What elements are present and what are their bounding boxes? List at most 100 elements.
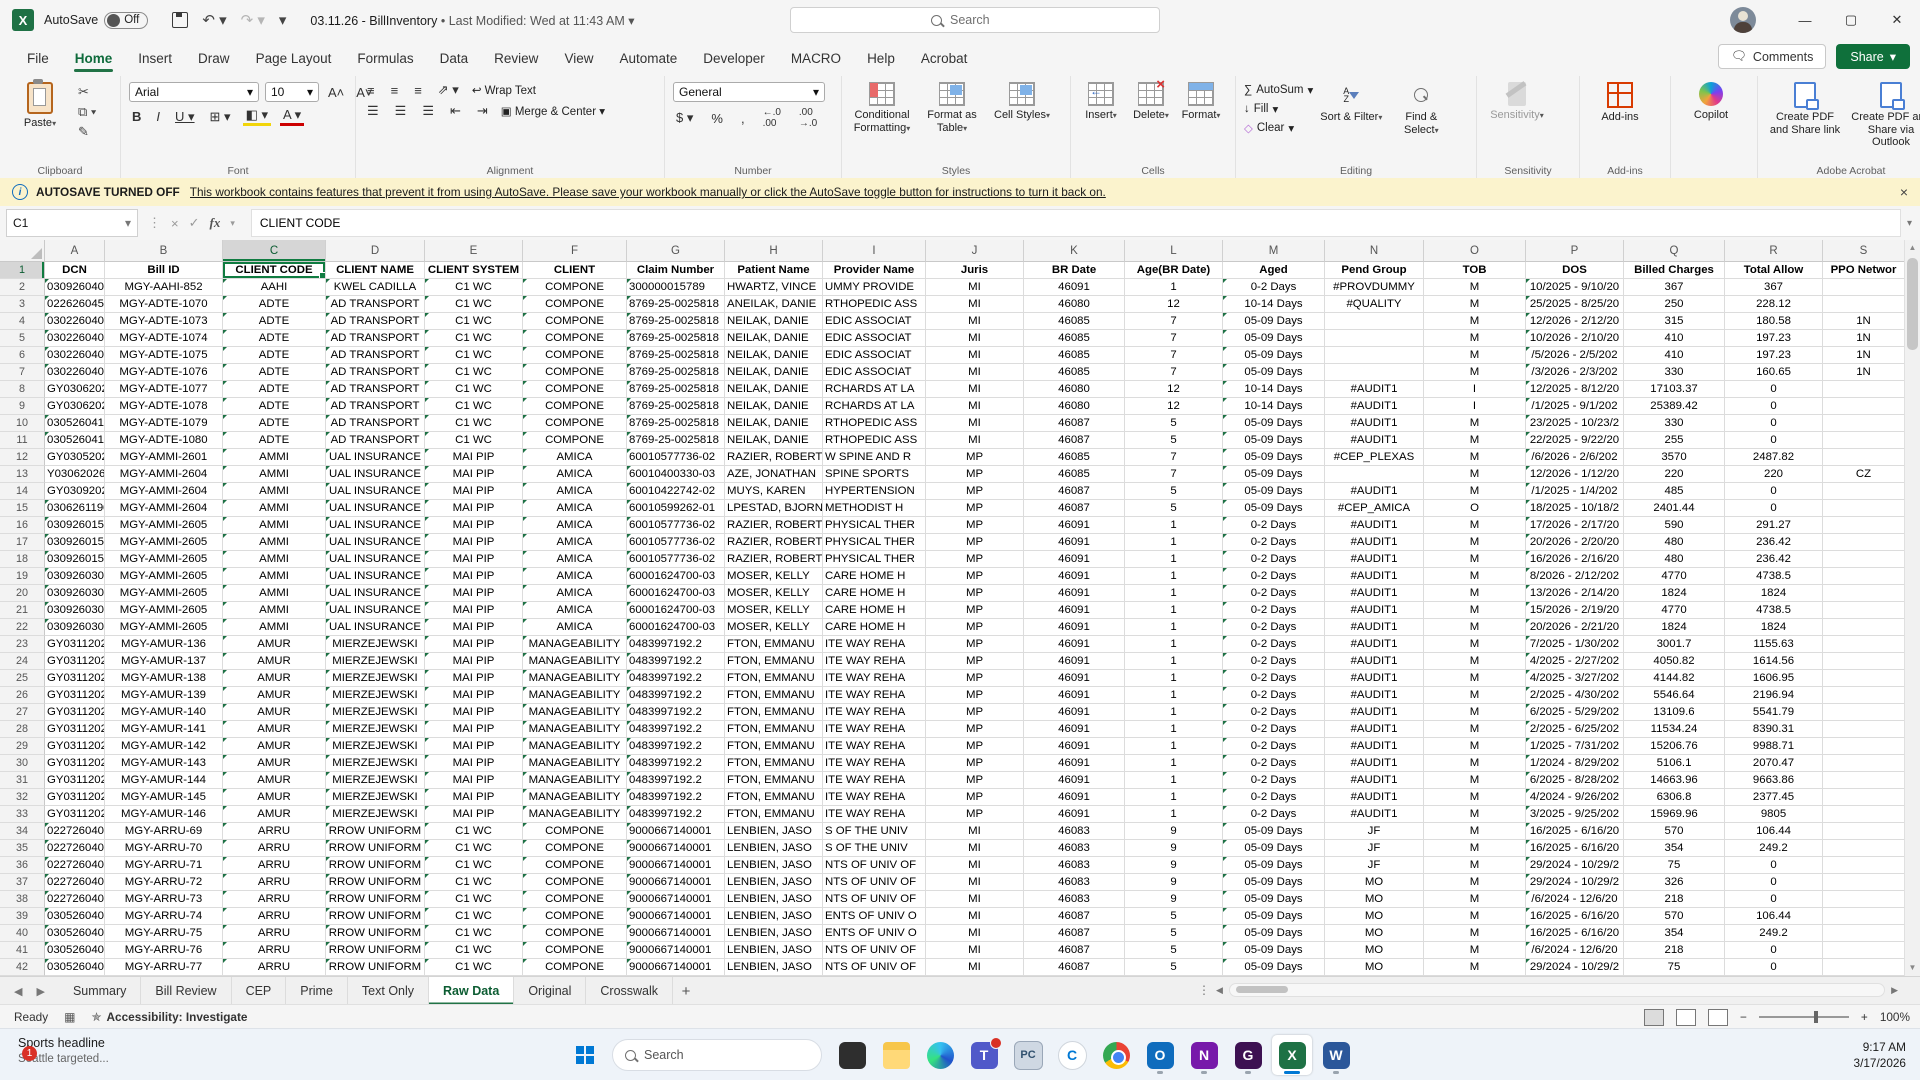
cell-G36[interactable]: 9000667140001: [627, 857, 725, 874]
cell-O33[interactable]: M: [1424, 806, 1526, 823]
name-box[interactable]: C1▾: [6, 209, 138, 237]
cell-Q5[interactable]: 410: [1624, 330, 1725, 347]
sensitivity-button[interactable]: Sensitivity: [1485, 82, 1549, 160]
cell-I31[interactable]: ITE WAY REHA: [823, 772, 926, 789]
cell-E27[interactable]: MAI PIP: [425, 704, 523, 721]
cell-I11[interactable]: RTHOPEDIC ASS: [823, 432, 926, 449]
cell-B40[interactable]: MGY-ARRU-75: [105, 925, 223, 942]
tab-data[interactable]: Data: [427, 43, 482, 74]
cell-S21[interactable]: [1823, 602, 1905, 619]
cell-S28[interactable]: [1823, 721, 1905, 738]
cell-M9[interactable]: 10-14 Days: [1223, 398, 1325, 415]
cell-H18[interactable]: RAZIER, ROBERT: [725, 551, 823, 568]
cell-G32[interactable]: 0483997192.2: [627, 789, 725, 806]
cell-O26[interactable]: M: [1424, 687, 1526, 704]
cell-B33[interactable]: MGY-AMUR-146: [105, 806, 223, 823]
tab-acrobat[interactable]: Acrobat: [908, 43, 981, 74]
chrome-icon[interactable]: [1096, 1035, 1136, 1075]
cell-C23[interactable]: AMUR: [223, 636, 326, 653]
cell-E8[interactable]: C1 WC: [425, 381, 523, 398]
cell-S42[interactable]: [1823, 959, 1905, 976]
cell-O13[interactable]: M: [1424, 466, 1526, 483]
cell-E12[interactable]: MAI PIP: [425, 449, 523, 466]
cell-B14[interactable]: MGY-AMMI-2604: [105, 483, 223, 500]
cell-C30[interactable]: AMUR: [223, 755, 326, 772]
col-header-S[interactable]: S: [1823, 240, 1905, 262]
cell-K33[interactable]: 46091: [1024, 806, 1125, 823]
cell-A36[interactable]: 022726040347: [45, 857, 105, 874]
cell-A27[interactable]: GY031120261228: [45, 704, 105, 721]
cell-C4[interactable]: ADTE: [223, 313, 326, 330]
cell-C19[interactable]: AMMI: [223, 568, 326, 585]
col-header-B[interactable]: B: [105, 240, 223, 262]
cell-F19[interactable]: AMICA: [523, 568, 627, 585]
cell-H19[interactable]: MOSER, KELLY: [725, 568, 823, 585]
row-header-3[interactable]: 3: [0, 296, 45, 313]
cell-F15[interactable]: AMICA: [523, 500, 627, 517]
cell-F5[interactable]: COMPONE: [523, 330, 627, 347]
cell-B42[interactable]: MGY-ARRU-77: [105, 959, 223, 976]
cell-R27[interactable]: 5541.79: [1725, 704, 1823, 721]
cell-H28[interactable]: FTON, EMMANU: [725, 721, 823, 738]
cell-D29[interactable]: MIERZEJEWSKI: [326, 738, 425, 755]
cell-F17[interactable]: AMICA: [523, 534, 627, 551]
grow-font-button[interactable]: A˄: [325, 85, 347, 100]
cell-H21[interactable]: MOSER, KELLY: [725, 602, 823, 619]
tab-file[interactable]: File: [14, 43, 62, 74]
cell-R4[interactable]: 180.58: [1725, 313, 1823, 330]
cell-S23[interactable]: [1823, 636, 1905, 653]
cell-N4[interactable]: [1325, 313, 1424, 330]
cell-S36[interactable]: [1823, 857, 1905, 874]
cell-I15[interactable]: METHODIST H: [823, 500, 926, 517]
cell-N23[interactable]: #AUDIT1: [1325, 636, 1424, 653]
sheet-tab-crosswalk[interactable]: Crosswalk: [586, 977, 673, 1005]
banner-close-icon[interactable]: ×: [1900, 184, 1908, 200]
banner-message-link[interactable]: This workbook contains features that pre…: [190, 185, 1106, 199]
cell-Q16[interactable]: 590: [1624, 517, 1725, 534]
cell-Q3[interactable]: 250: [1624, 296, 1725, 313]
cell-Q29[interactable]: 15206.76: [1624, 738, 1725, 755]
cell-A5[interactable]: 030226040512: [45, 330, 105, 347]
cell-S8[interactable]: [1823, 381, 1905, 398]
cell-N30[interactable]: #AUDIT1: [1325, 755, 1424, 772]
cell-K34[interactable]: 46083: [1024, 823, 1125, 840]
cell-P35[interactable]: 16/2025 - 6/16/20: [1526, 840, 1624, 857]
tab-page-layout[interactable]: Page Layout: [243, 43, 345, 74]
cell-P3[interactable]: 25/2025 - 8/25/20: [1526, 296, 1624, 313]
cell-D16[interactable]: UAL INSURANCE: [326, 517, 425, 534]
cell-M41[interactable]: 05-09 Days: [1223, 942, 1325, 959]
cell-C13[interactable]: AMMI: [223, 466, 326, 483]
cell-A30[interactable]: GY031120261534: [45, 755, 105, 772]
cell-C15[interactable]: AMMI: [223, 500, 326, 517]
row-header-32[interactable]: 32: [0, 789, 45, 806]
orientation-button[interactable]: ⇗ ▾: [435, 82, 462, 98]
col-header-F[interactable]: F: [523, 240, 627, 262]
cell-J13[interactable]: MP: [926, 466, 1024, 483]
cell-L19[interactable]: 1: [1125, 568, 1223, 585]
cell-G30[interactable]: 0483997192.2: [627, 755, 725, 772]
horizontal-scroll-thumb[interactable]: [1236, 986, 1288, 993]
cell-M32[interactable]: 0-2 Days: [1223, 789, 1325, 806]
row-header-40[interactable]: 40: [0, 925, 45, 942]
cell-C7[interactable]: ADTE: [223, 364, 326, 381]
row-header-13[interactable]: 13: [0, 466, 45, 483]
cell-N26[interactable]: #AUDIT1: [1325, 687, 1424, 704]
cell-L7[interactable]: 7: [1125, 364, 1223, 381]
cell-E35[interactable]: C1 WC: [425, 840, 523, 857]
decrease-decimal-button[interactable]: .00→.0: [796, 107, 820, 129]
cell-A40[interactable]: 030526040281: [45, 925, 105, 942]
cell-N25[interactable]: #AUDIT1: [1325, 670, 1424, 687]
cell-S5[interactable]: 1N: [1823, 330, 1905, 347]
cell-M27[interactable]: 0-2 Days: [1223, 704, 1325, 721]
cell-N1[interactable]: Pend Group: [1325, 262, 1424, 279]
cell-E10[interactable]: C1 WC: [425, 415, 523, 432]
cell-J33[interactable]: MP: [926, 806, 1024, 823]
cell-M34[interactable]: 05-09 Days: [1223, 823, 1325, 840]
cell-N40[interactable]: MO: [1325, 925, 1424, 942]
cell-D39[interactable]: RROW UNIFORM: [326, 908, 425, 925]
cell-R29[interactable]: 9988.71: [1725, 738, 1823, 755]
cell-Q22[interactable]: 1824: [1624, 619, 1725, 636]
cell-A20[interactable]: 030926030068: [45, 585, 105, 602]
cell-R1[interactable]: Total Allow: [1725, 262, 1823, 279]
cell-Q20[interactable]: 1824: [1624, 585, 1725, 602]
